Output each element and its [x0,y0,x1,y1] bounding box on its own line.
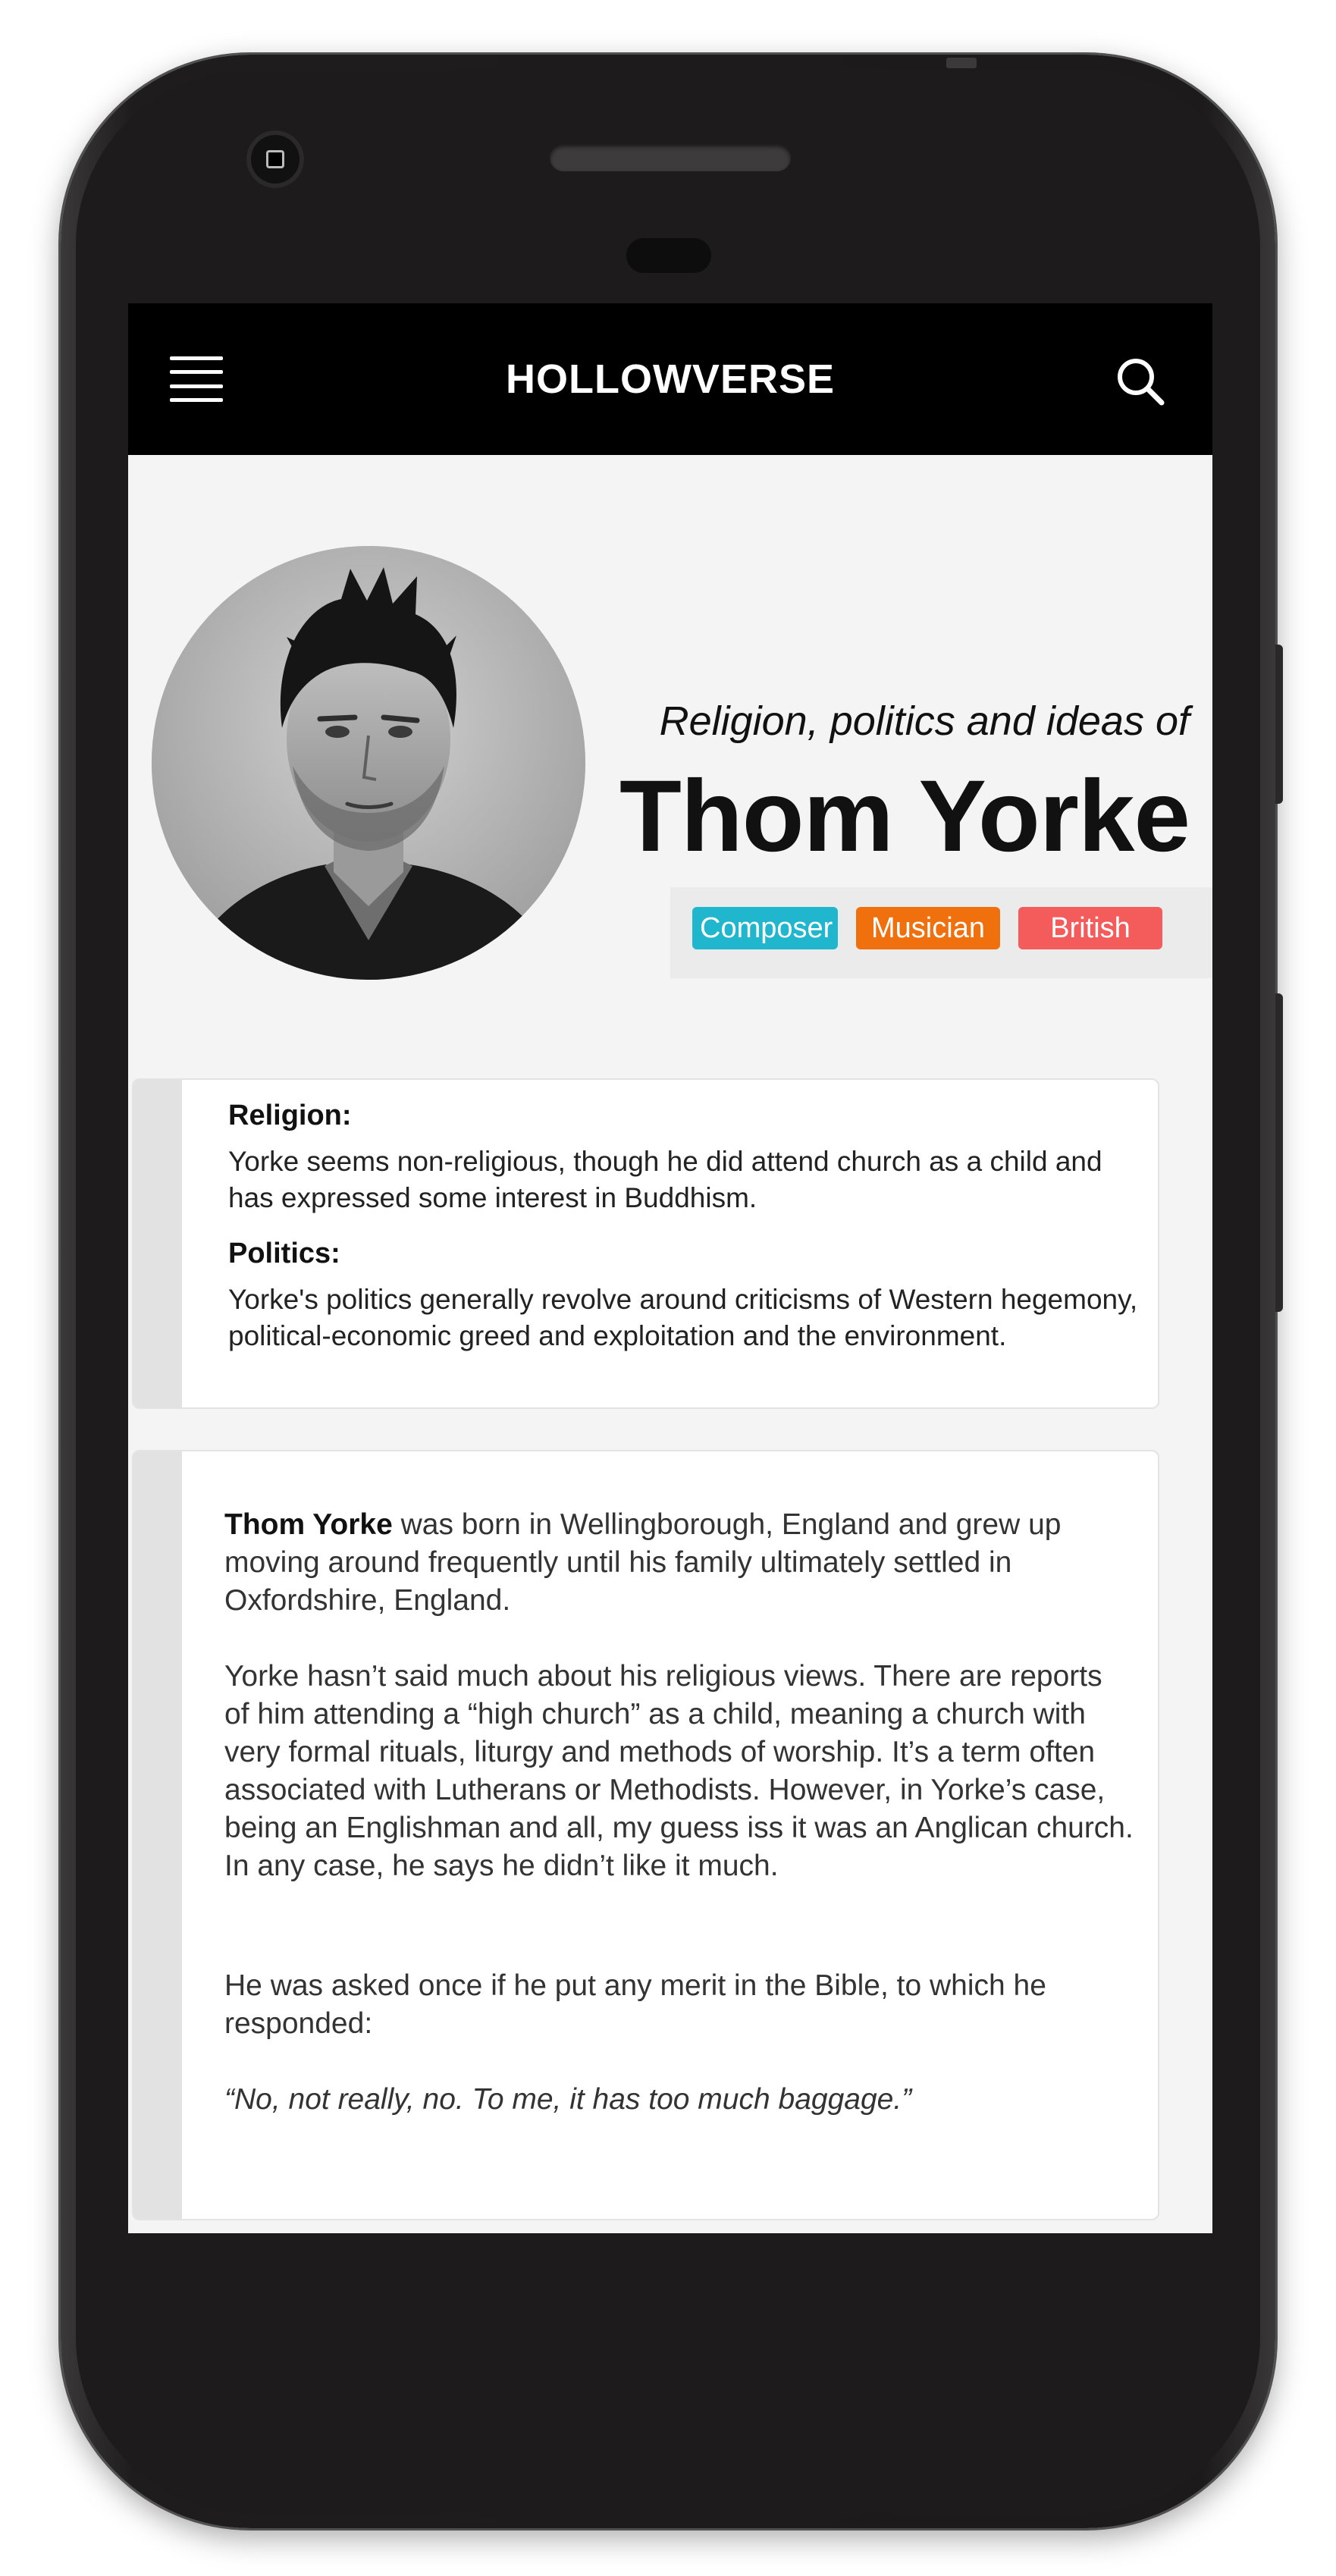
app-bar: HOLLOWVERSE [128,303,1212,455]
hamburger-menu-icon[interactable] [170,356,223,402]
power-button [1275,993,1283,1312]
religion-text: Yorke seems non-religious, though he did… [228,1146,1102,1213]
article-intro-name: Thom Yorke [224,1508,393,1541]
tag-list: Composer Musician British [692,907,1162,949]
top-antenna-line [946,58,977,68]
app-screen: HOLLOWVERSE Religion, politics and ideas… [128,303,1212,2233]
page-subtitle: Religion, politics and ideas of [659,698,1190,744]
article-paragraph: He was asked once if he put any merit in… [224,1969,1046,2040]
page-title: Thom Yorke [619,760,1190,873]
article-paragraph: Yorke hasn’t said much about his religio… [224,1660,1134,1882]
article-intro: Thom Yorke was born in Wellingborough, E… [224,1506,1134,1620]
summary-card: Religion: Yorke seems non-religious, tho… [132,1078,1159,1409]
front-camera-icon [246,130,304,188]
proximity-sensor [626,238,711,273]
avatar [152,546,585,980]
tag-composer[interactable]: Composer [692,907,838,949]
portrait-photo [152,546,585,980]
volume-button [1275,645,1283,804]
religion-heading: Religion: [228,1100,352,1131]
app-title: HOLLOWVERSE [505,356,835,402]
article-card: Thom Yorke was born in Wellingborough, E… [132,1450,1159,2220]
tag-british[interactable]: British [1018,907,1162,949]
search-icon[interactable] [1114,355,1167,408]
card-rail [133,1080,182,1407]
politics-heading: Politics: [228,1238,340,1269]
card-rail [133,1451,182,2219]
tag-musician[interactable]: Musician [856,907,1000,949]
earpiece-speaker [550,144,791,171]
politics-text: Yorke's politics generally revolve aroun… [228,1284,1138,1351]
article-quote: “No, not really, no. To me, it has too m… [224,2083,912,2116]
